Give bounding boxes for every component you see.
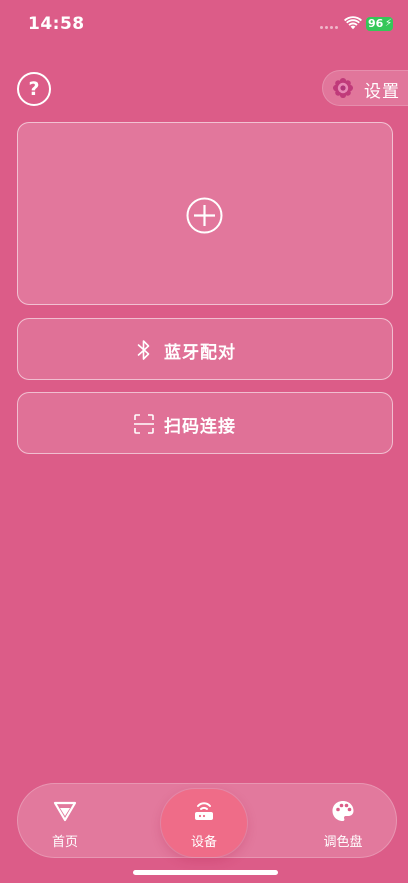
battery-level: 96 (368, 17, 384, 30)
palette-icon (332, 801, 354, 821)
scan-qr-icon (134, 414, 154, 434)
status-bar: 14:58 96 ⚡ (0, 0, 408, 48)
wifi-icon (344, 16, 362, 30)
settings-label: 设置 (364, 82, 400, 102)
app-screen: 14:58 96 ⚡ ? 设置 蓝牙配对 扫码连接 首页 设备 调色盘 (0, 0, 408, 883)
bluetooth-pair-label: 蓝牙配对 (164, 343, 236, 363)
status-time: 14:58 (28, 14, 85, 34)
scan-connect-label: 扫码连接 (164, 417, 236, 437)
router-icon (195, 802, 213, 820)
tab-device-label: 设备 (190, 835, 217, 850)
plus-circle-icon (186, 197, 223, 234)
tab-device[interactable]: 设备 (156, 783, 252, 858)
flower-gear-icon (333, 78, 353, 98)
settings-button[interactable]: 设置 (322, 70, 408, 106)
home-indicator[interactable] (133, 870, 278, 875)
bluetooth-icon (137, 340, 150, 360)
cellular-signal-icon (320, 24, 340, 30)
help-button[interactable]: ? (17, 72, 51, 106)
tab-home-label: 首页 (51, 835, 78, 850)
scan-connect-button[interactable]: 扫码连接 (17, 392, 393, 454)
tab-palette-label: 调色盘 (323, 835, 363, 850)
bottom-tab-bar: 首页 设备 调色盘 (17, 783, 397, 858)
home-logo-icon (53, 801, 77, 822)
tab-home[interactable]: 首页 (17, 783, 113, 858)
add-device-card[interactable] (17, 122, 393, 305)
charging-bolt-icon: ⚡ (384, 18, 392, 29)
help-icon: ? (28, 78, 40, 100)
bluetooth-pair-button[interactable]: 蓝牙配对 (17, 318, 393, 380)
battery-indicator: 96 ⚡ (366, 17, 393, 31)
tab-palette[interactable]: 调色盘 (295, 783, 391, 858)
